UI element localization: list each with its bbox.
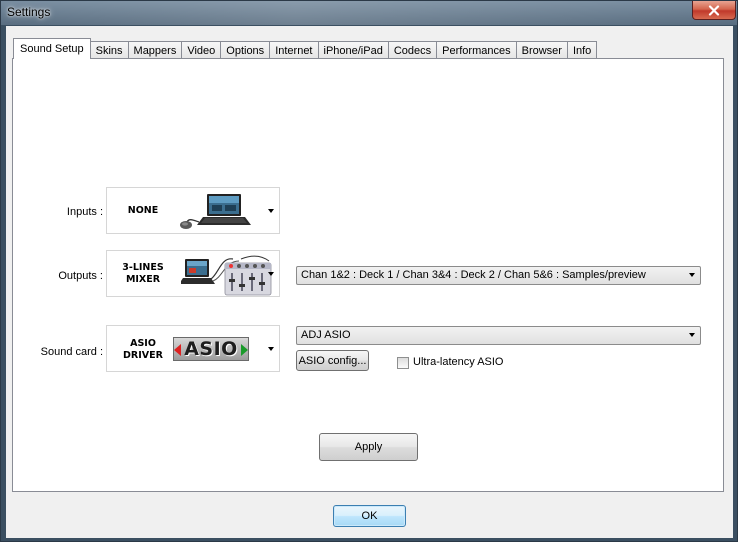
chevron-down-icon: [268, 209, 274, 213]
soundcard-label: Sound card :: [40, 346, 103, 358]
tab-iphone-ipad[interactable]: iPhone/iPad: [317, 41, 389, 59]
soundcard-value-line1: ASIO: [130, 338, 156, 349]
laptop-mixer-icon: [181, 255, 272, 296]
outputs-label: Outputs :: [58, 270, 103, 282]
window-title: Settings: [7, 5, 51, 19]
soundcard-device-value: ADJ ASIO: [301, 329, 351, 341]
outputs-value-line1: 3-LINES: [122, 262, 164, 273]
sound-setup-panel: Inputs : NONE Outputs: 3-LINES MIXER Ch…: [12, 58, 724, 492]
outputs-value-line2: MIXER: [125, 274, 161, 285]
title-bar[interactable]: Settings: [1, 1, 737, 25]
tab-video[interactable]: Video: [181, 41, 222, 59]
tab-mappers[interactable]: Mappers: [127, 41, 183, 59]
apply-button[interactable]: Apply: [319, 433, 418, 461]
inputs-value: NONE: [127, 205, 159, 216]
ultra-latency-label: Ultra-latency ASIO: [413, 356, 504, 368]
ok-button[interactable]: OK: [333, 505, 406, 527]
tab-internet[interactable]: Internet: [269, 41, 319, 59]
close-icon: [708, 4, 720, 16]
settings-window: Settings Sound Setup Skins Mappers Video…: [0, 0, 738, 542]
client-area: Sound Setup Skins Mappers Video Options …: [6, 26, 733, 538]
chevron-down-icon: [268, 347, 274, 351]
tab-info[interactable]: Info: [566, 41, 598, 59]
soundcard-value-line2: DRIVER: [123, 350, 163, 361]
laptop-mouse-icon: [180, 194, 251, 229]
tab-browser[interactable]: Browser: [515, 41, 568, 59]
soundcard-selector[interactable]: ASIO DRIVER ASIO: [106, 325, 280, 372]
output-routing-select[interactable]: Chan 1&2 : Deck 1 / Chan 3&4 : Deck 2 / …: [296, 266, 701, 285]
tab-sound-setup[interactable]: Sound Setup: [13, 38, 91, 59]
tab-codecs[interactable]: Codecs: [387, 41, 438, 59]
asio-config-button[interactable]: ASIO config...: [296, 350, 369, 371]
inputs-label: Inputs :: [66, 206, 103, 218]
tab-strip: Sound Setup Skins Mappers Video Options …: [13, 38, 598, 59]
chevron-down-icon: [689, 273, 695, 277]
close-button[interactable]: [692, 1, 736, 20]
soundcard-device-select[interactable]: ADJ ASIO: [296, 326, 701, 345]
inputs-selector[interactable]: NONE: [106, 187, 280, 234]
outputs-selector[interactable]: 3-LINES MIXER: [106, 250, 280, 297]
tab-options[interactable]: Options: [220, 41, 271, 59]
ultra-latency-checkbox[interactable]: [397, 357, 409, 369]
chevron-down-icon: [689, 333, 695, 337]
output-routing-value: Chan 1&2 : Deck 1 / Chan 3&4 : Deck 2 / …: [301, 269, 646, 281]
chevron-down-icon: [268, 272, 274, 276]
tab-skins[interactable]: Skins: [89, 41, 129, 59]
tab-performances[interactable]: Performances: [436, 41, 517, 59]
asio-logo: ASIO: [173, 337, 249, 361]
